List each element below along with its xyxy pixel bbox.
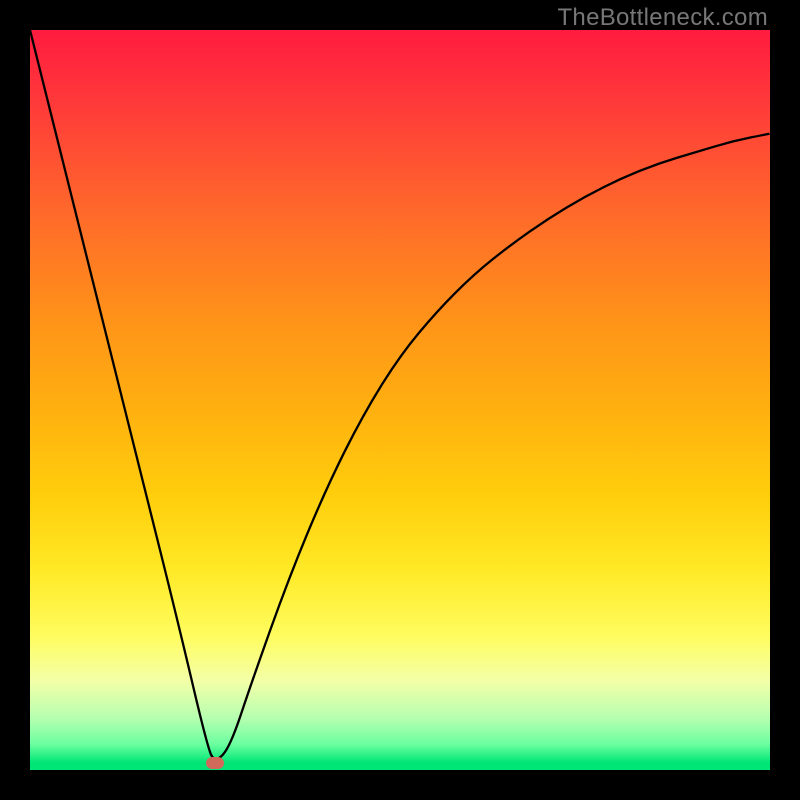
optimum-marker (206, 757, 224, 769)
chart-frame: TheBottleneck.com (0, 0, 800, 800)
plot-area (30, 30, 770, 770)
watermark-text: TheBottleneck.com (557, 4, 768, 32)
bottleneck-curve (30, 30, 770, 770)
curve-path (30, 30, 770, 759)
